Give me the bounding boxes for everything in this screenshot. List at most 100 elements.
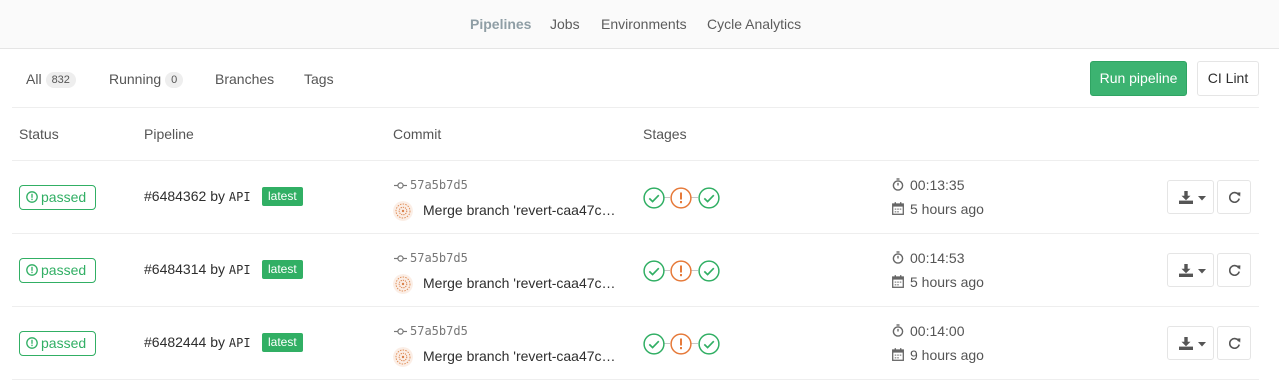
passed-status-icon: [26, 191, 38, 203]
latest-tag: latest: [262, 333, 303, 352]
caret-down-icon: [1198, 196, 1206, 201]
pipeline-info: #6484362 by API: [144, 188, 251, 204]
nav-pipelines[interactable]: Pipelines: [470, 16, 531, 32]
ci-lint-button[interactable]: CI Lint: [1197, 61, 1259, 96]
pipeline-id-link[interactable]: #6484362: [144, 188, 206, 204]
download-artifacts-button[interactable]: [1167, 253, 1214, 287]
commit-icon: [394, 255, 407, 262]
download-icon: [1179, 337, 1193, 350]
passed-status-icon: [26, 337, 38, 349]
stage-success-icon[interactable]: [643, 187, 665, 209]
check-circle-icon: [643, 187, 665, 209]
avatar[interactable]: [393, 347, 413, 367]
nav-cycle-analytics[interactable]: Cycle Analytics: [707, 16, 801, 32]
nav-jobs[interactable]: Jobs: [550, 16, 580, 32]
pipeline-info: #6482444 by API: [144, 334, 251, 350]
retry-icon: [1228, 191, 1241, 203]
run-pipeline-button[interactable]: Run pipeline: [1090, 61, 1187, 96]
retry-button[interactable]: [1217, 180, 1251, 214]
finished-value: 5 hours ago: [910, 274, 984, 290]
avatar[interactable]: [393, 274, 413, 294]
scope-tabs: All 832 Running 0 Branches Tags: [0, 49, 1279, 108]
stage-success-icon[interactable]: [643, 333, 665, 355]
finished-value: 9 hours ago: [910, 347, 984, 363]
check-circle-icon: [698, 260, 720, 282]
tab-running[interactable]: Running 0: [109, 71, 184, 88]
download-artifacts-button[interactable]: [1167, 326, 1214, 360]
latest-tag: latest: [262, 260, 303, 279]
calendar-icon: [892, 275, 904, 288]
retry-icon: [1228, 337, 1241, 349]
duration-value: 00:14:00: [910, 323, 965, 339]
finished-value: 5 hours ago: [910, 201, 984, 217]
download-icon: [1179, 191, 1193, 204]
stage-success-icon[interactable]: [698, 260, 720, 282]
commit-icon: [394, 182, 407, 189]
avatar-icon: [393, 201, 413, 221]
stage-connector: [691, 270, 698, 271]
duration: 00:14:53: [892, 250, 965, 266]
commit-sha-link[interactable]: 57a5b7d5: [394, 324, 468, 338]
latest-tag: latest: [262, 187, 303, 206]
pipeline-user[interactable]: API: [229, 336, 251, 350]
avatar[interactable]: [393, 201, 413, 221]
tab-all[interactable]: All 832: [26, 71, 76, 88]
table-row: passed #6484314 by API latest 57a5b7d5 Merge…: [0, 234, 1279, 307]
avatar-icon: [393, 347, 413, 367]
tab-tags[interactable]: Tags: [304, 71, 334, 87]
finished-time: 5 hours ago: [892, 274, 984, 290]
status-label: passed: [41, 335, 87, 351]
status-label: passed: [41, 189, 87, 205]
table-row: passed #6484362 by API latest 57a5b7d5 Merge…: [0, 161, 1279, 234]
count-badge: 832: [45, 72, 76, 88]
status-badge[interactable]: passed: [19, 185, 96, 210]
caret-down-icon: [1198, 269, 1206, 274]
status-badge[interactable]: passed: [19, 331, 96, 356]
header-pipeline: Pipeline: [144, 126, 194, 142]
download-icon: [1179, 264, 1193, 277]
stage-success-icon[interactable]: [698, 333, 720, 355]
retry-button[interactable]: [1217, 253, 1251, 287]
stage-warning-icon[interactable]: [670, 333, 692, 355]
commit-sha: 57a5b7d5: [410, 251, 468, 265]
nav-environments[interactable]: Environments: [601, 16, 687, 32]
commit-title-link[interactable]: Merge branch 'revert-caa47cab' into 'mas…: [423, 348, 619, 364]
commit-sha-link[interactable]: 57a5b7d5: [394, 251, 468, 265]
stage-warning-icon[interactable]: [670, 260, 692, 282]
retry-icon: [1228, 264, 1241, 276]
stage-connector: [691, 197, 698, 198]
stopwatch-icon: [892, 178, 904, 191]
commit-title-link[interactable]: Merge branch 'revert-caa47cab' into 'mas…: [423, 275, 619, 291]
status-badge[interactable]: passed: [19, 258, 96, 283]
check-circle-icon: [698, 333, 720, 355]
calendar-icon: [892, 202, 904, 215]
duration-value: 00:14:53: [910, 250, 965, 266]
caret-down-icon: [1198, 342, 1206, 347]
commit-sha: 57a5b7d5: [410, 324, 468, 338]
pipeline-id-link[interactable]: #6484314: [144, 261, 206, 277]
tab-running-label: Running: [109, 71, 162, 87]
download-artifacts-button[interactable]: [1167, 180, 1214, 214]
stage-success-icon[interactable]: [643, 260, 665, 282]
stage-warning-icon[interactable]: [670, 187, 692, 209]
divider: [12, 379, 1259, 380]
commit-title-link[interactable]: Merge branch 'revert-caa47cab' into 'mas…: [423, 202, 619, 218]
header-status: Status: [19, 126, 59, 142]
commit-sha-link[interactable]: 57a5b7d5: [394, 178, 468, 192]
by-label: by: [210, 188, 225, 204]
table-row: passed #6482444 by API latest 57a5b7d5 Merge…: [0, 307, 1279, 380]
pipeline-user[interactable]: API: [229, 263, 251, 277]
avatar-icon: [393, 274, 413, 294]
pipeline-info: #6484314 by API: [144, 261, 251, 277]
divider: [12, 107, 1259, 108]
stage-success-icon[interactable]: [698, 187, 720, 209]
pipeline-id-link[interactable]: #6482444: [144, 334, 206, 350]
top-nav: Pipelines Jobs Environments Cycle Analyt…: [0, 0, 1279, 49]
duration: 00:14:00: [892, 323, 965, 339]
retry-button[interactable]: [1217, 326, 1251, 360]
pipeline-user[interactable]: API: [229, 190, 251, 204]
tab-branches[interactable]: Branches: [215, 71, 274, 87]
warning-circle-icon: [670, 187, 692, 209]
commit-sha: 57a5b7d5: [410, 178, 468, 192]
calendar-icon: [892, 348, 904, 361]
